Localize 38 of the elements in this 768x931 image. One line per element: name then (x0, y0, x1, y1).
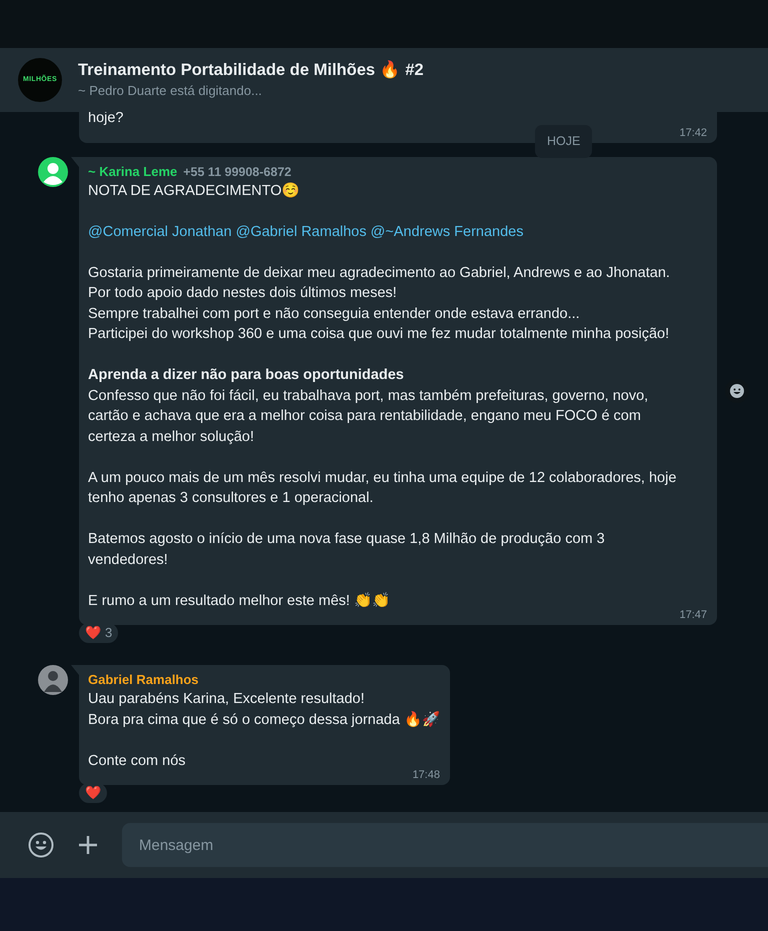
avatar[interactable] (38, 156, 68, 186)
sender-name[interactable]: Gabriel Ramalhos (88, 672, 199, 687)
emoji-icon[interactable] (28, 832, 54, 858)
message-text: certeza a melhor solução! (88, 428, 256, 446)
mention-link[interactable]: @Comercial Jonathan (88, 224, 232, 240)
reaction-emoji: ❤ (85, 624, 101, 642)
message-text: tenho apenas 3 consultores e 1 operacional. (88, 489, 374, 508)
reaction-emoji: ❤ (85, 784, 101, 802)
message-text: E rumo a um resultado melhor este mês! 👏👏 (88, 592, 391, 610)
message-text: Por todo apoio dado nestes dois últimos meses! (88, 284, 398, 303)
message-text: Bora pra cima que é só o começo dessa jornada 🔥🚀 (88, 710, 440, 730)
message-text: cartão e achava que era a melhor coisa para rentabilidade, engano meu FOCO é com (88, 407, 642, 426)
plus-icon[interactable] (78, 835, 98, 855)
mention-link[interactable]: @~Andrews Fernandes (370, 224, 524, 240)
smiley-icon (729, 382, 745, 399)
group-title[interactable]: Treinamento Portabilidade de Milhões 🔥 #2 (78, 60, 424, 80)
avatar[interactable] (38, 665, 68, 695)
message-time: 17:47 (679, 608, 707, 622)
message-text: Uau parabéns Karina, Excelente resultado! (88, 690, 366, 709)
message-text: vendedores! (88, 550, 169, 570)
message-text: Batemos agosto o início de uma nova fase quase 1,8 Milhão de produção com 3 (88, 530, 606, 549)
message-text: Sempre trabalhei com port e não conseguia entender onde estava errando... (88, 304, 581, 324)
sender-name[interactable]: ~ Karina Leme (88, 164, 178, 178)
reaction-count: 3 (105, 624, 112, 642)
message-text: Confesso que não foi fácil, eu trabalhava port, mas também prefeituras, governo, novo, (88, 386, 650, 406)
message-time: 17:42 (679, 126, 707, 140)
date-chip: HOJE (535, 125, 592, 158)
message-text: A um pouco mais de um mês resolvi mudar, eu tinha uma equipe de 12 colaboradores, hoje (88, 468, 678, 488)
typing-status: ~ Pedro Duarte está digitando... (78, 82, 263, 100)
message-time: 17:48 (412, 768, 440, 782)
message-text: Gostaria primeiramente de deixar meu agradecimento ao Gabriel, Andrews e ao Jhonatan. (88, 264, 671, 282)
mention-link[interactable]: @Gabriel Ramalhos (236, 224, 366, 240)
message-input[interactable]: Mensagem (122, 823, 768, 867)
message-text: Conte com nós (88, 752, 187, 770)
message-text: NOTA DE AGRADECIMENTO☺ (88, 182, 301, 200)
message-text: Participei do workshop 360 e uma coisa que ouvi me fez mudar totalmente minha posição! (88, 325, 670, 344)
message-text: Aprenda a dizer não para boas oportunidades (88, 366, 405, 385)
phone-number: +55 11 99908-6872 (183, 164, 292, 178)
